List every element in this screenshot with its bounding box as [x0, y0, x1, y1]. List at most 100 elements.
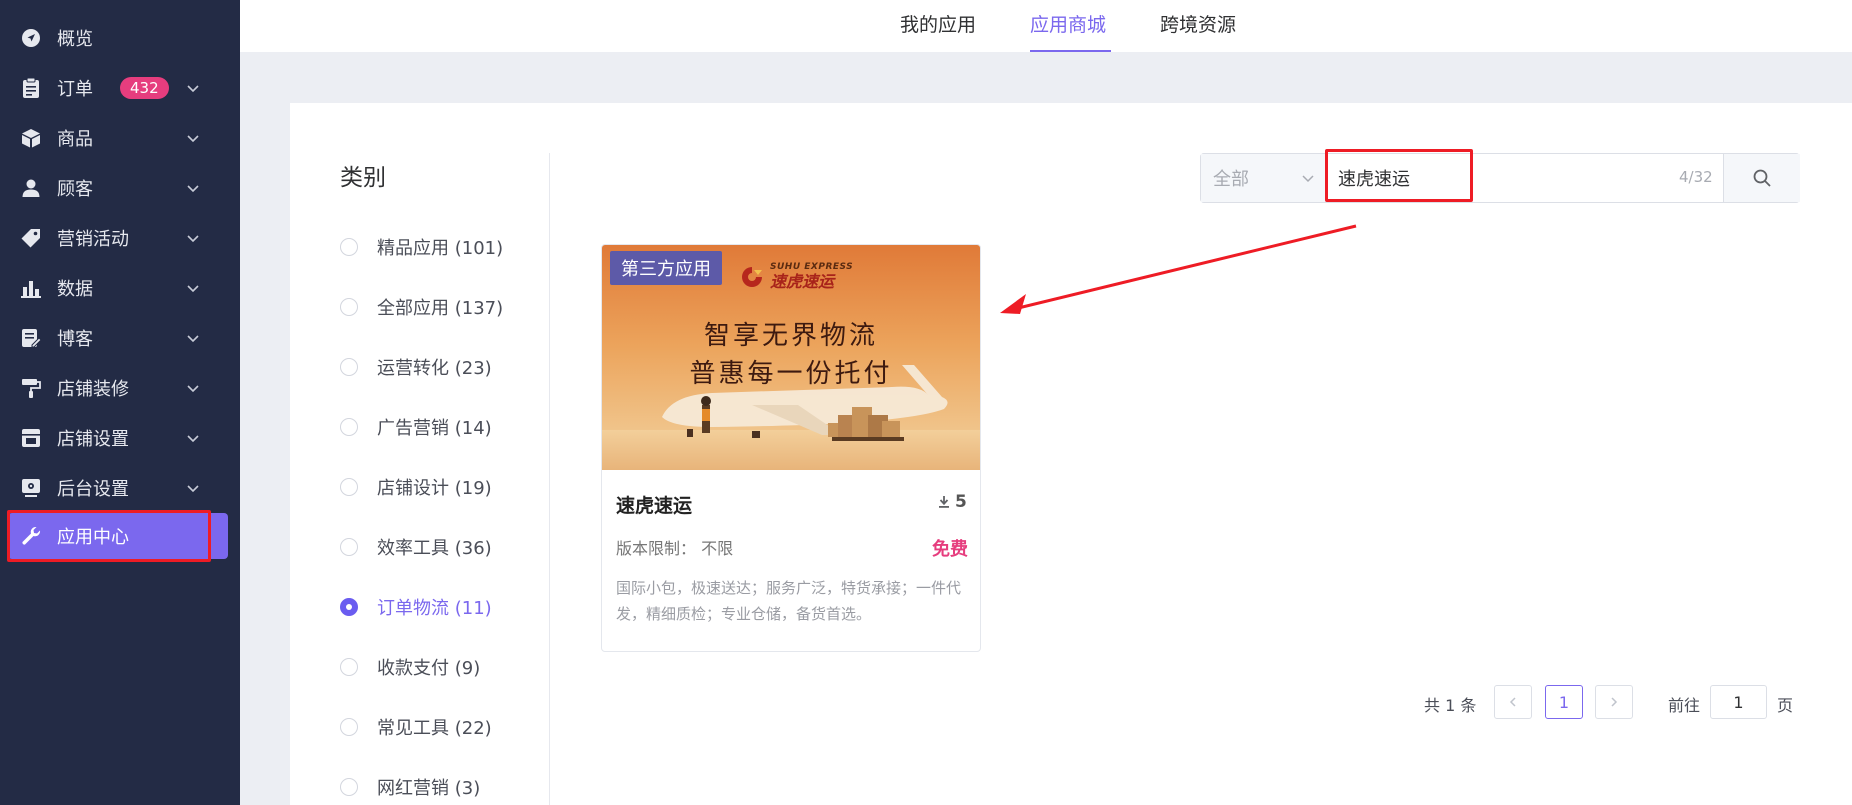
category-label: 全部应用 (137) — [377, 298, 504, 319]
sidebar-item-label: 后台设置 — [57, 479, 129, 500]
tab-app-store[interactable]: 应用商城 — [1030, 10, 1106, 37]
category-label: 运营转化 (23) — [377, 358, 492, 379]
chevron-down-icon — [187, 235, 199, 243]
chevron-down-icon — [187, 485, 199, 493]
sidebar-item-orders[interactable]: 订单 432 — [0, 63, 240, 113]
user-icon — [20, 177, 42, 199]
radio-button[interactable] — [340, 298, 358, 316]
download-count-value: 5 — [955, 492, 967, 512]
sidebar-item-customers[interactable]: 顾客 — [0, 163, 240, 213]
category-label: 网红营销 (3) — [377, 778, 481, 799]
category-radio[interactable]: 订单物流 (11) — [340, 594, 492, 620]
sidebar-item-store-decoration[interactable]: 店铺装修 — [0, 363, 240, 413]
search-input[interactable] — [1327, 154, 1723, 202]
radio-button[interactable] — [340, 658, 358, 676]
brand-logo-mark-icon — [742, 266, 762, 287]
sidebar-item-label: 订单 — [57, 79, 93, 100]
chevron-down-icon — [187, 85, 199, 93]
goto-label: 前往 — [1668, 696, 1701, 715]
download-count: 5 — [938, 492, 967, 512]
radio-button[interactable] — [340, 538, 358, 556]
banner-slogan-line2: 普惠每一份托付 — [689, 359, 893, 389]
category-radio[interactable]: 全部应用 (137) — [340, 294, 503, 320]
version-limit: 版本限制： 不限 — [616, 535, 733, 559]
clipboard-icon — [20, 77, 42, 99]
tab-my-apps[interactable]: 我的应用 — [900, 10, 976, 37]
category-label: 精品应用 (101) — [377, 238, 504, 259]
price-label: 免费 — [932, 539, 968, 560]
category-label: 订单物流 (11) — [377, 598, 492, 619]
radio-button[interactable] — [340, 418, 358, 436]
sidebar-item-label: 概览 — [57, 29, 93, 50]
search-scope-value: 全部 — [1213, 169, 1249, 190]
chevron-down-icon — [187, 435, 199, 443]
radio-button[interactable] — [340, 358, 358, 376]
category-label: 店铺设计 (19) — [377, 478, 492, 499]
brand-logo-cn: 速虎速运 — [770, 271, 835, 291]
sidebar-item-overview[interactable]: 概览 — [0, 13, 240, 63]
brand-logo: SUHU EXPRESS 速虎速运 — [740, 262, 853, 291]
app-description: 国际小包，极速送达；服务广泛，特货承接；一件代发，精细质检；专业仓储，备货首选。 — [616, 579, 962, 623]
goto-page-input[interactable] — [1710, 685, 1767, 719]
radio-button[interactable] — [340, 478, 358, 496]
sidebar-item-label: 商品 — [57, 129, 93, 150]
settings-screen-icon — [20, 477, 42, 499]
category-radio[interactable]: 广告营销 (14) — [340, 414, 492, 440]
sidebar-item-marketing[interactable]: 营销活动 — [0, 213, 240, 263]
radio-button-checked[interactable] — [340, 598, 358, 616]
page-number-button[interactable]: 1 — [1545, 685, 1583, 719]
version-limit-value: 不限 — [701, 539, 734, 558]
category-radio[interactable]: 店铺设计 (19) — [340, 474, 492, 500]
sidebar-item-blog[interactable]: 博客 — [0, 313, 240, 363]
search-button[interactable] — [1723, 154, 1800, 202]
next-page-button[interactable] — [1595, 685, 1633, 719]
chevron-right-icon — [1611, 697, 1618, 707]
sidebar-item-label: 营销活动 — [57, 229, 129, 250]
search-char-count: 4/32 — [1679, 168, 1713, 186]
paint-roller-icon — [20, 377, 42, 399]
sidebar-item-data[interactable]: 数据 — [0, 263, 240, 313]
download-icon — [939, 496, 949, 508]
radio-button[interactable] — [340, 718, 358, 736]
app-banner-image: 第三方应用 SUHU EXPRESS 速虎速运 智享无界物流 普惠每一份托付 — [602, 245, 980, 470]
radio-button[interactable] — [340, 778, 358, 796]
sidebar-item-products[interactable]: 商品 — [0, 113, 240, 163]
chevron-down-icon — [187, 335, 199, 343]
category-radio[interactable]: 网红营销 (3) — [340, 774, 480, 800]
box-icon — [20, 127, 42, 149]
vertical-divider — [549, 153, 550, 805]
sidebar-item-store-settings[interactable]: 店铺设置 — [0, 413, 240, 463]
version-limit-label: 版本限制： — [616, 539, 697, 558]
app-search-bar: 全部 4/32 — [1200, 153, 1800, 203]
bar-chart-icon — [20, 277, 42, 299]
active-tab-indicator — [1030, 50, 1111, 52]
chevron-left-icon — [1509, 697, 1516, 707]
category-radio[interactable]: 精品应用 (101) — [340, 234, 503, 260]
category-radio[interactable]: 运营转化 (23) — [340, 354, 492, 380]
category-radio[interactable]: 收款支付 (9) — [340, 654, 480, 680]
top-tab-bar: 我的应用 应用商城 跨境资源 — [240, 0, 1852, 52]
sidebar-item-app-center[interactable]: 应用中心 — [8, 513, 228, 559]
prev-page-button[interactable] — [1494, 685, 1532, 719]
category-radio[interactable]: 常见工具 (22) — [340, 714, 492, 740]
sidebar-item-label: 店铺装修 — [57, 379, 129, 400]
chevron-down-icon — [1302, 175, 1314, 183]
category-label: 效率工具 (36) — [377, 538, 492, 559]
sidebar-item-label: 数据 — [57, 279, 93, 300]
tab-cross-border-resources[interactable]: 跨境资源 — [1160, 10, 1236, 37]
category-label: 常见工具 (22) — [377, 718, 492, 739]
category-radio[interactable]: 效率工具 (36) — [340, 534, 492, 560]
sidebar-item-admin-settings[interactable]: 后台设置 — [0, 463, 240, 513]
page-suffix-label: 页 — [1777, 696, 1794, 715]
search-scope-select[interactable]: 全部 — [1201, 154, 1327, 202]
app-title: 速虎速运 — [616, 495, 693, 517]
radio-button[interactable] — [340, 238, 358, 256]
category-label: 广告营销 (14) — [377, 418, 492, 439]
app-card[interactable]: 第三方应用 SUHU EXPRESS 速虎速运 智享无界物流 普惠每一份托付 速… — [601, 244, 981, 652]
chevron-down-icon — [187, 385, 199, 393]
search-icon — [1753, 169, 1771, 187]
chevron-down-icon — [187, 185, 199, 193]
store-icon — [20, 427, 42, 449]
pagination-total: 共 1 条 — [1424, 696, 1477, 715]
sidebar-item-label: 顾客 — [57, 179, 93, 200]
